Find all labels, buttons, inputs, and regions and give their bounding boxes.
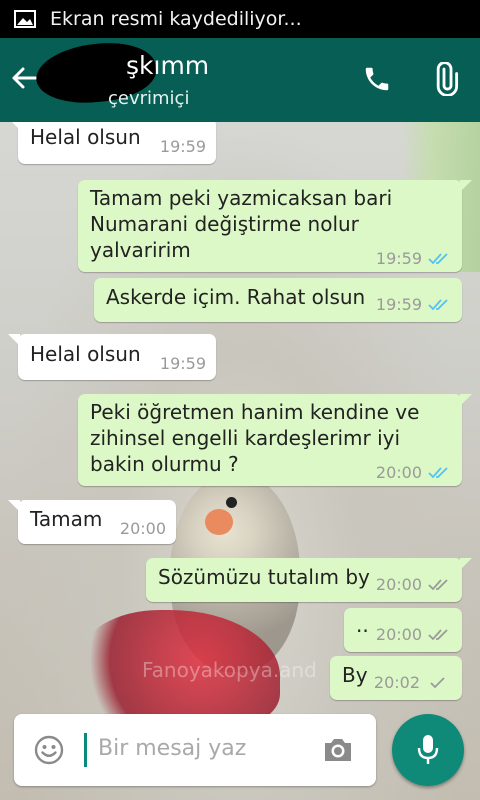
- double-check-delivered-icon: [428, 629, 448, 641]
- message-text: ..: [356, 613, 369, 637]
- message-composer[interactable]: Bir mesaj yaz: [14, 714, 376, 786]
- smiley-icon[interactable]: [34, 735, 64, 765]
- message-outgoing[interactable]: By 20:02: [330, 656, 462, 700]
- message-time: 20:00: [376, 460, 452, 486]
- double-check-read-icon: [428, 253, 448, 265]
- message-incoming[interactable]: Helal olsun 19:59: [8, 334, 216, 380]
- message-outgoing[interactable]: Askerde içim. Rahat olsun 19:59: [94, 278, 462, 322]
- camera-icon[interactable]: [322, 736, 354, 764]
- message-time: 19:59: [376, 246, 452, 272]
- message-incoming[interactable]: Tamam 20:00: [8, 500, 176, 544]
- watermark: Fanoyakopya.and: [142, 658, 317, 682]
- message-time: 20:00: [119, 519, 166, 538]
- message-time: 20:00: [376, 622, 452, 648]
- message-text: Peki öğretmen hanim kendine ve: [90, 400, 420, 424]
- message-text: bakin olurmu ?: [90, 452, 239, 476]
- contact-presence: çevrimiçi: [108, 88, 190, 109]
- contact-name[interactable]: şkımm: [126, 51, 209, 80]
- mic-icon: [417, 735, 439, 764]
- bird-eye: [226, 497, 237, 508]
- message-incoming[interactable]: Helal olsun 19:59: [8, 122, 216, 164]
- arrow-left-icon[interactable]: [10, 64, 38, 92]
- status-bar: Ekran resmi kaydediliyor...: [0, 0, 480, 38]
- message-text: Askerde içim. Rahat olsun: [106, 285, 366, 309]
- message-text: Tamam peki yazmicaksan bari: [90, 186, 393, 210]
- message-text: Helal olsun: [30, 342, 141, 366]
- message-outgoing[interactable]: Sözümüzu tutalım by 20:00: [146, 558, 472, 602]
- message-text: Helal olsun: [30, 125, 141, 149]
- chat-header: şkımm çevrimiçi: [0, 37, 480, 122]
- status-notification: Ekran resmi kaydediliyor...: [50, 8, 302, 30]
- message-time: 20:02: [374, 670, 450, 696]
- message-input[interactable]: Bir mesaj yaz: [98, 736, 246, 761]
- message-text: Tamam: [30, 507, 103, 531]
- message-text: zihinsel engelli kardeşlerimr iyi: [90, 426, 401, 450]
- message-time: 19:59: [376, 292, 452, 318]
- message-time: 20:00: [376, 572, 452, 598]
- mic-button[interactable]: [392, 714, 464, 786]
- message-text: Sözümüzu tutalım by: [158, 565, 370, 589]
- text-cursor: [84, 733, 87, 767]
- message-text: yalvaririm: [90, 238, 191, 262]
- message-outgoing[interactable]: .. 20:00: [344, 608, 462, 652]
- message-text: By: [342, 663, 368, 687]
- message-outgoing[interactable]: Tamam peki yazmicaksan bari Numarani değ…: [78, 180, 472, 272]
- double-check-read-icon: [428, 467, 448, 479]
- double-check-read-icon: [428, 299, 448, 311]
- phone-icon[interactable]: [362, 64, 392, 94]
- single-check-sent-icon: [430, 677, 445, 689]
- message-outgoing[interactable]: Peki öğretmen hanim kendine ve zihinsel …: [78, 394, 472, 486]
- message-time: 19:59: [159, 137, 206, 156]
- double-check-delivered-icon: [428, 579, 448, 591]
- bird-cheek: [205, 509, 233, 535]
- paperclip-icon[interactable]: [428, 62, 462, 96]
- chat-messages[interactable]: Fanoyakopya.and Helal olsun 19:59 Tamam …: [0, 122, 480, 800]
- message-time: 19:59: [159, 354, 206, 373]
- message-text: Numarani değiştirme nolur: [90, 212, 359, 236]
- image-icon: [14, 10, 36, 28]
